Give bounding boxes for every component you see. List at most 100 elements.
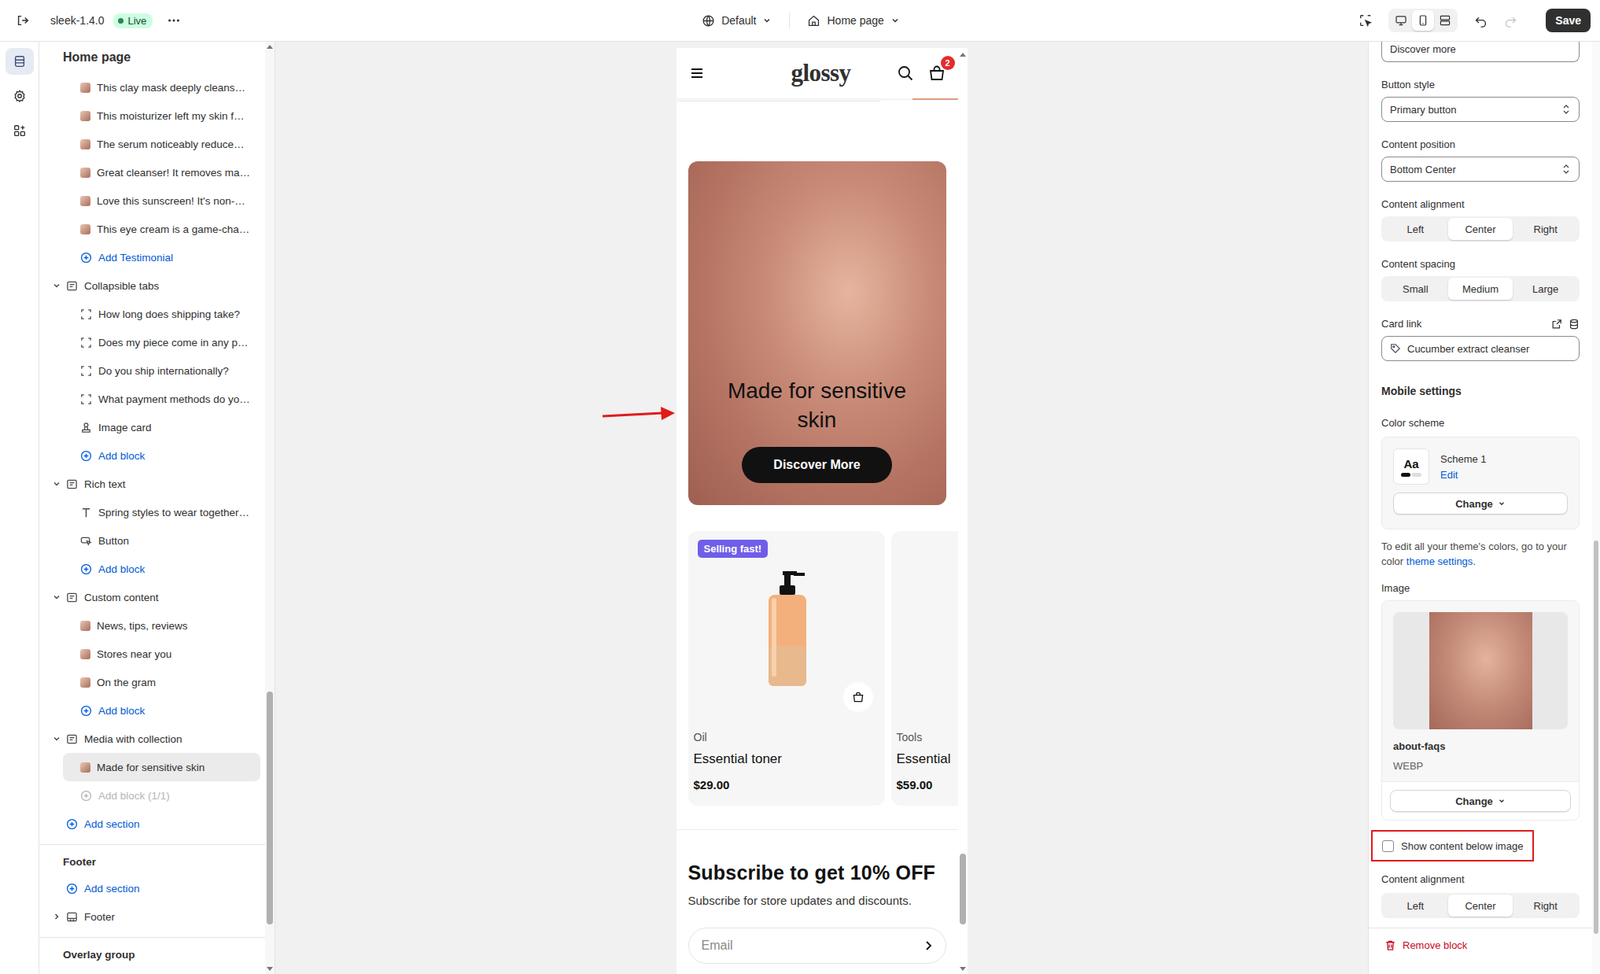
chevron-icon[interactable] — [51, 592, 62, 602]
section-row[interactable]: Collapsible tabs — [39, 271, 261, 300]
mobile-icon[interactable] — [1411, 10, 1435, 31]
field-label: Button style — [1381, 77, 1580, 93]
change-image-button[interactable]: Change — [1389, 789, 1571, 812]
email-input[interactable]: Email — [688, 927, 947, 964]
redo-icon[interactable] — [1498, 8, 1523, 33]
segment-option[interactable]: Left — [1382, 217, 1449, 240]
block-row[interactable]: This eye cream is a game-cha… — [39, 214, 261, 244]
scrollbar[interactable] — [265, 41, 275, 974]
block-row[interactable]: This moisturizer left my skin f… — [39, 101, 261, 130]
block-row[interactable]: News, tips, reviews — [39, 611, 261, 640]
product-card[interactable]: ToolsEssential$59.00 — [891, 530, 959, 806]
hero-card[interactable]: Made for sensitive skinDiscover More — [688, 161, 947, 506]
panel-title: Home page — [39, 41, 266, 74]
section-row[interactable]: Footer — [39, 902, 261, 931]
add-block-button[interactable]: Add block — [39, 554, 261, 583]
segment-option[interactable]: Right — [1512, 894, 1578, 917]
block-row[interactable]: Great cleanser! It removes ma… — [39, 158, 261, 187]
block-row[interactable]: Image card — [39, 412, 261, 442]
content-position-select[interactable]: Bottom Center — [1381, 156, 1580, 182]
chevron-icon[interactable] — [51, 911, 62, 922]
add-icon — [80, 704, 93, 717]
add-section-button[interactable]: Add section — [39, 809, 261, 838]
section-row[interactable]: Rich text — [39, 469, 261, 498]
add-block-button[interactable]: Add block — [39, 696, 261, 725]
block-row[interactable]: Button — [39, 526, 261, 555]
button-style-select[interactable]: Primary button — [1381, 96, 1580, 122]
undo-icon[interactable] — [1468, 8, 1493, 33]
block-row[interactable]: Made for sensitive skin — [62, 752, 261, 782]
add-block-button[interactable]: Add block — [39, 441, 261, 470]
full-width-icon[interactable] — [1434, 10, 1457, 31]
scroll-thumb[interactable] — [1593, 540, 1599, 934]
scroll-thumb[interactable] — [959, 853, 966, 925]
block-row[interactable]: Stores near you — [39, 639, 261, 668]
add-block-button[interactable]: Add Testimonial — [39, 243, 261, 272]
image-preview[interactable] — [1393, 611, 1568, 730]
product-card[interactable]: Selling fast!OilEssential toner$29.00 — [688, 530, 885, 806]
newsletter-title: Subscribe to get 10% OFF — [688, 861, 947, 885]
add-section-button[interactable]: Add section — [39, 873, 261, 903]
page-select[interactable]: Home page — [800, 9, 906, 33]
theme-settings-link[interactable]: theme settings — [1406, 555, 1474, 568]
cart-button[interactable]: 2 — [926, 62, 948, 84]
segment-option[interactable]: Center — [1448, 217, 1514, 240]
block-row[interactable]: On the gram — [39, 667, 261, 697]
chevron-icon[interactable] — [51, 479, 62, 489]
submit-arrow-icon[interactable] — [921, 939, 935, 952]
block-row[interactable]: What payment methods do yo… — [39, 384, 261, 413]
block-row[interactable]: Do you ship internationally? — [39, 356, 261, 385]
field-label: Content alignment — [1381, 872, 1580, 887]
dynamic-source-icon[interactable] — [1568, 318, 1580, 330]
apps-icon[interactable] — [5, 117, 34, 144]
chevron-icon[interactable] — [51, 733, 62, 744]
block-row[interactable]: The serum noticeably reduce… — [39, 129, 261, 159]
exit-icon[interactable] — [11, 8, 35, 33]
block-row[interactable]: Love this sunscreen! It's non-… — [39, 186, 261, 215]
segment-option[interactable]: Right — [1512, 217, 1578, 240]
checkbox[interactable] — [1382, 840, 1394, 852]
discover-more-button[interactable]: Discover More — [741, 446, 892, 483]
section-row[interactable]: Media with collection — [39, 724, 261, 753]
sections-icon[interactable] — [5, 47, 34, 75]
scroll-down-icon[interactable] — [959, 966, 966, 971]
block-row[interactable]: Spring styles to wear together… — [39, 497, 261, 527]
scrollbar[interactable] — [958, 47, 968, 974]
segment-option[interactable]: Left — [1382, 894, 1449, 917]
search-icon[interactable] — [896, 64, 915, 82]
add-block-button[interactable]: Add block (1/1) — [39, 781, 261, 810]
scroll-thumb[interactable] — [266, 691, 273, 925]
section-row[interactable]: Custom content — [39, 582, 261, 612]
change-scheme-button[interactable]: Change — [1393, 492, 1568, 515]
save-button[interactable]: Save — [1545, 8, 1591, 33]
store-logo[interactable]: glossy — [790, 58, 851, 88]
remove-block-button[interactable]: Remove block — [1368, 927, 1593, 963]
scrollbar[interactable] — [1592, 41, 1600, 974]
chevron-icon[interactable] — [51, 280, 62, 291]
segment-option[interactable]: Small — [1382, 277, 1449, 300]
button-label-input[interactable]: Discover more — [1381, 41, 1580, 63]
settings-icon[interactable] — [5, 82, 34, 110]
scroll-down-icon[interactable] — [266, 966, 273, 971]
add-to-cart-button[interactable] — [843, 682, 874, 712]
theme-context-select[interactable]: Default — [695, 9, 778, 33]
scroll-up-icon[interactable] — [266, 44, 273, 49]
external-link-icon[interactable] — [1551, 318, 1563, 330]
menu-icon[interactable] — [689, 65, 705, 82]
segment-option[interactable]: Medium — [1448, 277, 1514, 300]
show-content-below-checkbox[interactable]: Show content below image — [1371, 829, 1534, 862]
card-link-input[interactable]: Cucumber extract cleanser — [1381, 335, 1580, 362]
block-row[interactable]: This clay mask deeply cleans… — [39, 73, 261, 102]
block-row[interactable]: Does my piece come in any p… — [39, 328, 261, 357]
segment-option[interactable]: Large — [1512, 277, 1578, 300]
more-icon[interactable] — [162, 8, 186, 33]
segment-option[interactable]: Center — [1448, 894, 1514, 917]
block-row[interactable]: How long does shipping take? — [39, 299, 261, 329]
inspector-icon[interactable] — [1353, 8, 1378, 33]
live-badge: Live — [113, 13, 153, 29]
desktop-icon[interactable] — [1389, 10, 1412, 31]
content-spacing-control: SmallMediumLarge — [1381, 276, 1580, 302]
field-label: Content position — [1381, 137, 1580, 152]
scroll-up-icon[interactable] — [959, 52, 966, 57]
edit-scheme-link[interactable]: Edit — [1440, 467, 1487, 483]
